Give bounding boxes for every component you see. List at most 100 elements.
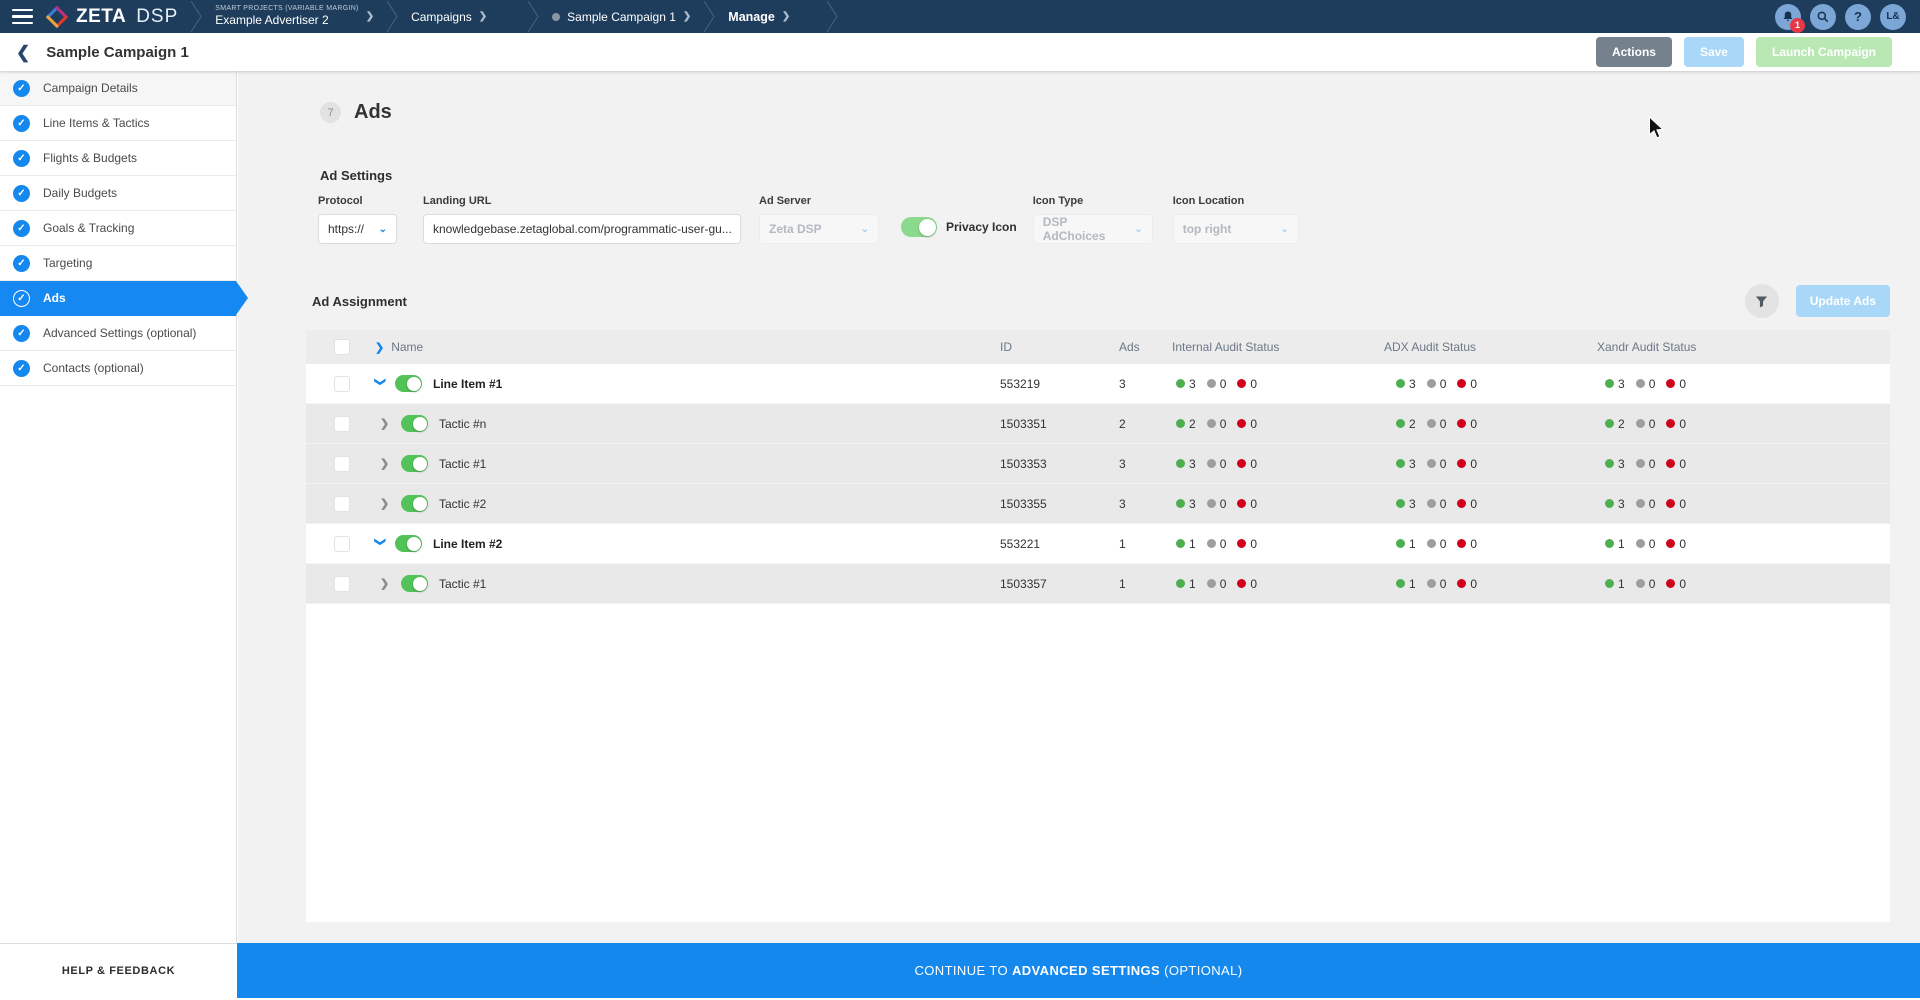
audit-stat-pending: 0 — [1426, 577, 1446, 591]
continue-advanced-settings-button[interactable]: CONTINUE TO ADVANCED SETTINGS (OPTIONAL) — [237, 943, 1920, 998]
audit-stat-pending: 0 — [1426, 537, 1446, 551]
breadcrumb-advertiser[interactable]: SMART PROJECTS (VARIABLE MARGIN) Example… — [203, 0, 386, 33]
table-row[interactable]: ❯ Line Item #2 553221 1 100 100 100 — [306, 524, 1890, 564]
adx-audit-status: 200 — [1384, 417, 1597, 431]
chevron-right-icon[interactable]: ❯ — [782, 11, 790, 22]
zeta-dsp-logo[interactable]: ZETA DSP — [44, 0, 190, 33]
sidebar-item-targeting[interactable]: ✓ Targeting — [0, 246, 236, 281]
select-all-checkbox[interactable] — [334, 339, 350, 355]
sidebar-item-line-items-tactics[interactable]: ✓ Line Items & Tactics — [0, 106, 236, 141]
rejected-dot-icon — [1457, 539, 1467, 548]
help-feedback-button[interactable]: HELP & FEEDBACK — [0, 943, 237, 998]
breadcrumb-campaigns[interactable]: Campaigns ❯ — [399, 0, 499, 33]
sidebar-item-goals-tracking[interactable]: ✓ Goals & Tracking — [0, 211, 236, 246]
help-button[interactable]: ? — [1845, 3, 1871, 30]
update-ads-button[interactable]: Update Ads — [1795, 285, 1890, 317]
pending-dot-icon — [1635, 539, 1645, 548]
audit-stat-rejected: 0 — [1237, 417, 1257, 431]
check-circle-icon: ✓ — [13, 149, 30, 167]
pending-dot-icon — [1206, 379, 1216, 388]
privacy-icon-toggle[interactable] — [901, 217, 937, 237]
audit-stat-ok: 3 — [1605, 377, 1625, 391]
row-checkbox[interactable] — [334, 415, 350, 432]
table-row[interactable]: ❯ Tactic #n 1503351 2 200 200 200 — [306, 404, 1890, 444]
check-circle-icon: ✓ — [13, 289, 30, 307]
sidebar-item-daily-budgets[interactable]: ✓ Daily Budgets — [0, 176, 236, 211]
row-expand-chevron-icon[interactable]: ❯ — [380, 457, 394, 470]
row-enabled-toggle[interactable] — [401, 415, 428, 432]
save-button[interactable]: Save — [1683, 37, 1744, 67]
audit-stat-pending: 0 — [1426, 457, 1446, 471]
protocol-label: Protocol — [318, 195, 363, 207]
row-enabled-toggle[interactable] — [401, 575, 428, 592]
chevron-down-icon: ⌄ — [378, 223, 387, 235]
table-row[interactable]: ❯ Tactic #1 1503353 3 300 300 300 — [306, 444, 1890, 484]
bottom-bar: HELP & FEEDBACK CONTINUE TO ADVANCED SET… — [0, 943, 1920, 1000]
chevron-right-icon[interactable]: ❯ — [683, 11, 691, 22]
protocol-select[interactable]: https:// ⌄ — [318, 214, 397, 244]
ok-dot-icon — [1396, 419, 1405, 428]
row-expand-chevron-icon[interactable]: ❯ — [380, 497, 394, 510]
sidebar-item-advanced-settings[interactable]: ✓ Advanced Settings (optional) — [0, 316, 236, 351]
continue-prefix: CONTINUE TO — [914, 963, 1008, 978]
row-checkbox[interactable] — [334, 495, 350, 512]
audit-stat-rejected: 0 — [1666, 497, 1686, 511]
launch-campaign-button[interactable]: Launch Campaign — [1755, 37, 1892, 67]
header-action-buttons: Actions Save Launch Campaign — [1595, 37, 1892, 67]
table-row[interactable]: ❯ Tactic #2 1503355 3 300 300 300 — [306, 484, 1890, 524]
icon-location-select[interactable]: top right ⌄ — [1172, 214, 1299, 244]
audit-stat-rejected: 0 — [1666, 537, 1686, 551]
back-button[interactable]: ❮ — [16, 44, 30, 61]
notifications-button[interactable]: 1 — [1775, 3, 1805, 33]
ad-assignment-table: ❯ Name ID Ads Internal Audit Status ADX … — [306, 330, 1890, 922]
row-enabled-toggle[interactable] — [401, 495, 428, 512]
sidebar-item-label: Targeting — [43, 256, 93, 270]
sidebar-item-contacts[interactable]: ✓ Contacts (optional) — [0, 351, 236, 386]
row-enabled-toggle[interactable] — [395, 535, 422, 552]
main-content: 7 Ads Ad Settings Protocol https:// ⌄ La… — [238, 71, 1920, 943]
ok-dot-icon — [1176, 539, 1185, 548]
ad-server-select[interactable]: Zeta DSP ⌄ — [759, 214, 879, 244]
landing-url-input[interactable] — [433, 222, 731, 236]
step-number-badge: 7 — [320, 102, 341, 123]
filter-button[interactable] — [1744, 284, 1779, 318]
rejected-dot-icon — [1666, 379, 1676, 388]
page-heading: 7 Ads — [320, 101, 1890, 124]
row-checkbox[interactable] — [334, 535, 350, 552]
check-circle-icon: ✓ — [13, 219, 30, 237]
table-row[interactable]: ❯ Line Item #1 553219 3 300 300 300 — [306, 364, 1890, 404]
row-enabled-toggle[interactable] — [401, 455, 428, 472]
audit-stat-pending: 0 — [1206, 497, 1226, 511]
sidebar-item-flights-budgets[interactable]: ✓ Flights & Budgets — [0, 141, 236, 176]
sidebar-item-label: Daily Budgets — [43, 186, 118, 200]
row-checkbox[interactable] — [334, 455, 350, 472]
audit-stat-rejected: 0 — [1457, 577, 1477, 591]
sidebar-item-campaign-details[interactable]: ✓ Campaign Details — [0, 71, 236, 106]
actions-button[interactable]: Actions — [1595, 37, 1672, 67]
row-enabled-toggle[interactable] — [395, 375, 422, 392]
chevron-right-icon[interactable]: ❯ — [366, 11, 374, 22]
privacy-icon-group: Privacy Icon — [901, 217, 1017, 237]
hamburger-menu-icon[interactable] — [0, 0, 44, 33]
breadcrumb-campaign[interactable]: Sample Campaign 1 ❯ — [540, 0, 703, 33]
row-expand-chevron-icon[interactable]: ❯ — [380, 577, 394, 590]
breadcrumb-manage[interactable]: Manage ❯ — [716, 0, 802, 33]
row-expand-chevron-icon[interactable]: ❯ — [374, 377, 387, 391]
row-checkbox[interactable] — [334, 575, 350, 592]
page-title: Ads — [354, 101, 392, 123]
chevron-right-icon[interactable]: ❯ — [479, 11, 487, 22]
table-row[interactable]: ❯ Tactic #1 1503357 1 100 100 100 — [306, 564, 1890, 604]
audit-stat-ok: 1 — [1176, 537, 1196, 551]
rejected-dot-icon — [1666, 459, 1676, 468]
user-avatar[interactable]: L& — [1880, 3, 1906, 30]
sidebar-item-ads[interactable]: ✓ Ads — [0, 281, 248, 316]
row-expand-chevron-icon[interactable]: ❯ — [374, 537, 387, 551]
expand-all-chevron-icon[interactable]: ❯ — [375, 341, 384, 354]
row-checkbox[interactable] — [334, 375, 350, 392]
ad-assignment-actions: Update Ads — [1744, 284, 1890, 318]
audit-stat-rejected: 0 — [1666, 377, 1686, 391]
search-button[interactable] — [1810, 3, 1836, 30]
row-expand-chevron-icon[interactable]: ❯ — [380, 417, 394, 430]
audit-stat-rejected: 0 — [1237, 457, 1257, 471]
icon-type-select[interactable]: DSP AdChoices ⌄ — [1032, 214, 1153, 244]
